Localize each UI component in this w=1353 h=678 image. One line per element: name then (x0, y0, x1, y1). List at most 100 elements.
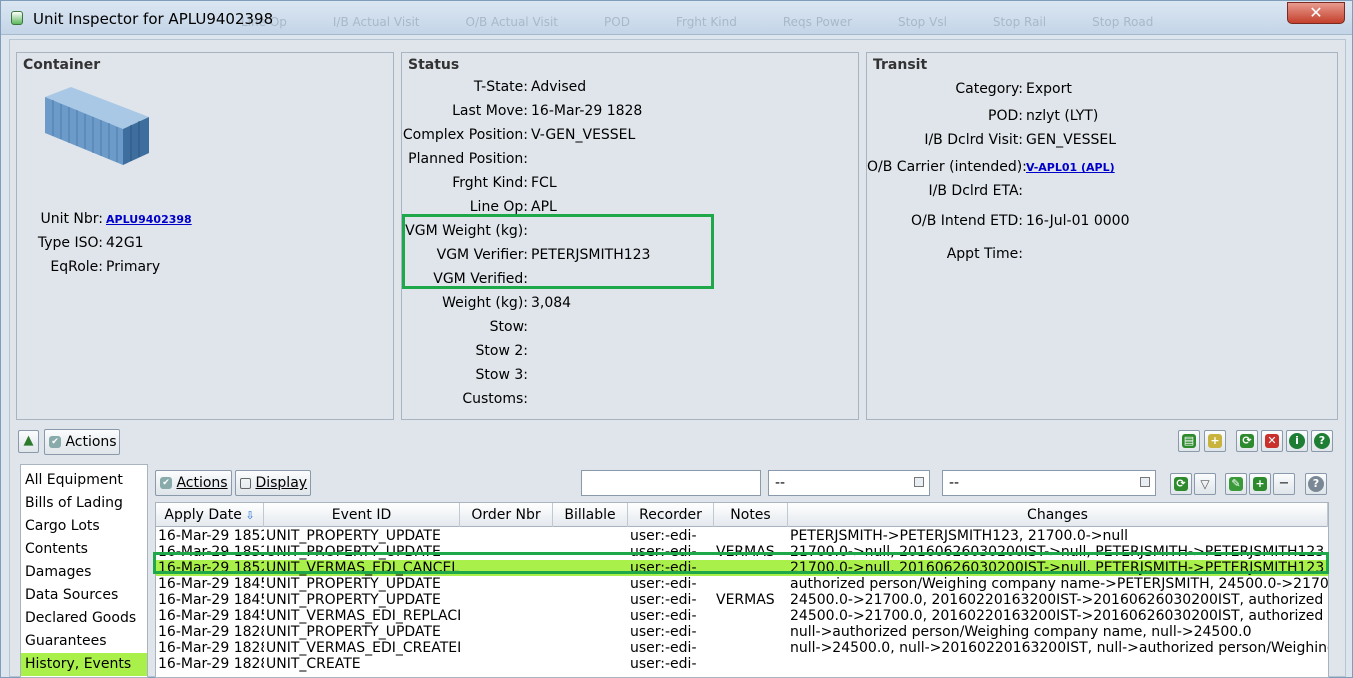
cell-date: 16-Mar-29 1845 (158, 576, 264, 592)
column-header[interactable]: Changes (788, 503, 1328, 527)
checkmark-icon: ✔ (160, 477, 172, 489)
cell-order (462, 528, 553, 544)
table-row[interactable]: 16-Mar-29 1845 UNIT_PROPERTY_UPDATE user:-… (156, 592, 1328, 608)
info-icon[interactable]: i (1286, 430, 1308, 452)
column-header[interactable]: Event ID (264, 503, 460, 527)
add-row-icon[interactable]: + (1249, 473, 1271, 495)
cell-notes (716, 656, 788, 672)
actions-label-grid: Actions (176, 475, 228, 491)
collapse-button[interactable]: ▲ (18, 430, 39, 453)
status-label: Customs: (462, 391, 528, 407)
status-value: 16-Mar-29 1828 (531, 103, 643, 119)
actions-button-top[interactable]: ✔ Actions (44, 429, 120, 455)
cell-recorder: user:-edi- (630, 592, 697, 608)
grid-help-icon[interactable]: ? (1305, 473, 1327, 495)
unit-inspector-window: Line Op I/B Actual Visit O/B Actual Visit P… (0, 0, 1353, 678)
filter-funnel-icon[interactable]: ▽ (1194, 473, 1216, 495)
status-label: Stow 2: (475, 343, 528, 359)
nav-item[interactable]: Cargo Lots (21, 515, 147, 538)
transit-panel: Transit Category: Export POD: nzlyt (LYT… (866, 52, 1338, 420)
table-row[interactable]: 16-Mar-29 1845 UNIT_VERMAS_EDI_REPLACE use… (156, 608, 1328, 624)
edit-pencil-icon[interactable]: ✎ (1225, 473, 1247, 495)
cell-date: 16-Mar-29 1845 (158, 592, 264, 608)
cell-notes (716, 640, 788, 656)
column-header[interactable]: Apply Date ⇩ (156, 503, 264, 527)
close-button[interactable]: ✕ (1287, 2, 1345, 24)
cell-order (462, 624, 553, 640)
ob-carrier-link[interactable]: V-APL01 (APL) (1026, 161, 1115, 174)
column-header[interactable]: Notes (714, 503, 788, 527)
cell-changes: 24500.0->21700.0, 20160220163200IST->201… (790, 592, 1328, 608)
nav-item[interactable]: Data Sources (21, 584, 147, 607)
nav-item[interactable]: All Equipment (21, 469, 147, 492)
cell-notes (716, 624, 788, 640)
status-value: 3,084 (531, 295, 572, 311)
table-row[interactable]: 16-Mar-29 1828 UNIT_VERMAS_EDI_CREATED use… (156, 640, 1328, 656)
app-icon (11, 11, 23, 25)
cell-date: 16-Mar-29 1852 (158, 528, 264, 544)
cell-event: UNIT_PROPERTY_UPDATE (266, 576, 441, 592)
dropdown-icon (914, 477, 924, 487)
refresh-icon[interactable]: ⟳ (1236, 430, 1258, 452)
filter-1-value: -- (775, 475, 786, 491)
cell-notes (716, 576, 788, 592)
table-row[interactable]: 16-Mar-29 1845 UNIT_PROPERTY_UPDATE user:-… (156, 576, 1328, 592)
cell-order (462, 608, 553, 624)
status-label: Weight (kg): (442, 295, 528, 311)
cell-event: UNIT_VERMAS_EDI_CREATED (266, 640, 460, 656)
column-header[interactable]: Billable (553, 503, 628, 527)
delete-icon[interactable]: ✕ (1261, 430, 1283, 452)
checkmark-icon: ✔ (49, 436, 61, 448)
actions-button-grid[interactable]: ✔ Actions (155, 470, 232, 496)
cell-changes: null->authorized person/Weighing company… (790, 624, 1252, 640)
category-value: Export (1026, 81, 1072, 97)
cell-order (462, 576, 553, 592)
column-header[interactable]: Order Nbr (460, 503, 553, 527)
table-row[interactable]: 16-Mar-29 1852 UNIT_PROPERTY_UPDATE user:-… (156, 528, 1328, 544)
ob-etd-value: 16-Jul-01 0000 (1026, 213, 1130, 229)
copy-icon[interactable]: ▤ (1178, 430, 1200, 452)
table-row[interactable]: 16-Mar-29 1828 UNIT_CREATE user:-edi- (156, 656, 1328, 672)
background-menu-item: Stop Road (1092, 15, 1154, 29)
cell-recorder: user:-edi- (630, 576, 697, 592)
nav-item[interactable]: Contents (21, 538, 147, 561)
nav-item[interactable]: Bills of Lading (21, 492, 147, 515)
grid-filter-select-1[interactable]: -- (768, 470, 930, 496)
column-header-label: Event ID (331, 507, 392, 523)
cell-changes: 24500.0->21700.0, 20160220163200IST->201… (790, 608, 1328, 624)
nav-item[interactable]: Guarantees (21, 630, 147, 653)
grid-search-input[interactable] (581, 470, 761, 496)
cell-event: UNIT_CREATE (266, 656, 361, 672)
type-iso-value: 42G1 (106, 235, 144, 251)
nav-item[interactable]: Declared Goods (21, 607, 147, 630)
filter-2-value: -- (949, 475, 960, 491)
nav-item[interactable]: History, Events (21, 653, 147, 676)
grid-filter-select-2[interactable]: -- (942, 470, 1156, 496)
grid-refresh-icon[interactable]: ⟳ (1170, 473, 1192, 495)
column-header-label: Recorder (639, 507, 702, 523)
cell-billable (555, 608, 628, 624)
status-label: T-State: (473, 79, 528, 95)
unit-nbr-link[interactable]: APLU9402398 (106, 213, 192, 226)
table-row[interactable]: 16-Mar-29 1828 UNIT_PROPERTY_UPDATE user:-… (156, 624, 1328, 640)
cell-notes: VERMAS (716, 592, 775, 608)
cell-changes (790, 656, 1328, 672)
cell-date: 16-Mar-29 1828 (158, 656, 264, 672)
remove-row-icon[interactable]: − (1273, 473, 1295, 495)
dropdown-icon (1140, 477, 1150, 487)
entity-nav-list: All Equipment Bills of Lading Cargo Lots Co… (20, 464, 148, 678)
add-document-icon[interactable]: + (1204, 430, 1226, 452)
title-bar: Line Op I/B Actual Visit O/B Actual Visit P… (1, 1, 1352, 35)
eqrole-value: Primary (106, 259, 161, 275)
container-panel: Container Unit Nbr: APLU9402398 Type ISO… (16, 52, 394, 420)
nav-item[interactable]: Damages (21, 561, 147, 584)
type-iso-label: Type ISO: (37, 235, 103, 251)
cell-recorder: user:-edi- (630, 656, 697, 672)
status-label: Last Move: (452, 103, 528, 119)
column-header[interactable]: Recorder (628, 503, 714, 527)
status-label: Stow: (489, 319, 528, 335)
display-button[interactable]: Display (235, 470, 311, 496)
background-menu-item: Frght Kind (675, 15, 737, 29)
help-icon[interactable]: ? (1311, 430, 1333, 452)
cell-event: UNIT_PROPERTY_UPDATE (266, 592, 441, 608)
